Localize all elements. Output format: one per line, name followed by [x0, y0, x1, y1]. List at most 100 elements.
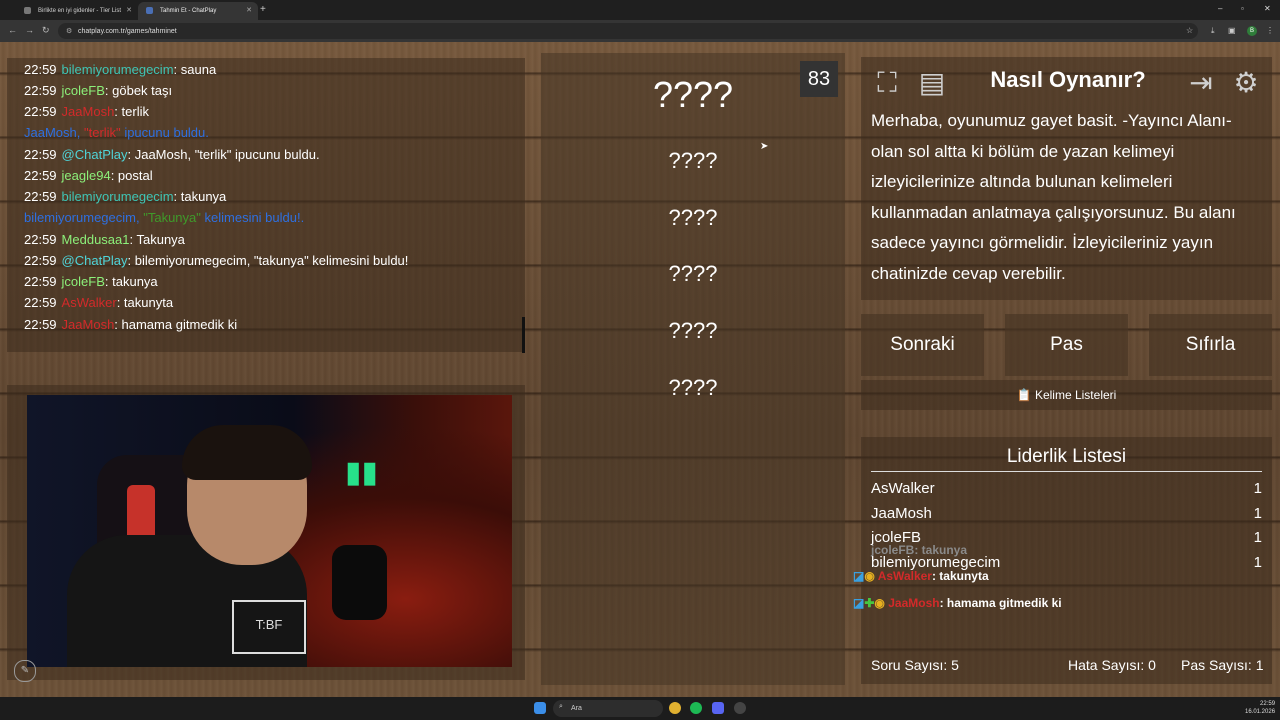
tab-title: Tahmin Et - ChatPlay [160, 8, 217, 14]
settings-gear-icon[interactable]: ⚙ [1228, 65, 1264, 101]
chat-time: 22:59 [24, 104, 57, 119]
address-bar: ← → ↻ ⚙ chatplay.com.tr/games/tahminet ☆ … [0, 20, 1280, 42]
chat-time: 22:59 [24, 189, 57, 204]
browser-tab-bar: Birlikte en iyi gidenler - Tier List ✕ Ta… [0, 0, 1280, 20]
chat-time: 22:59 [24, 253, 57, 268]
chat-message: 22:59 bilemiyorumegecim: takunya [24, 189, 226, 204]
chat-text: : bilemiyorumegecim, "takunya" kelimesin… [127, 253, 409, 268]
stat-value: 1 [1255, 657, 1264, 673]
pen-icon[interactable]: ✎ [14, 660, 36, 682]
question-count: Soru Sayısı: 5 [871, 657, 959, 673]
clock-time: 22:59 [1260, 701, 1276, 707]
forbidden-word: ???? [668, 318, 718, 343]
overlay-text: : takunyta [931, 569, 989, 583]
chat-user: bilemiyorumegecim [61, 62, 174, 77]
chat-time: 22:59 [24, 147, 57, 162]
main-word: ???? [652, 74, 734, 115]
pass-button[interactable]: Pas [1005, 314, 1128, 376]
url-text: chatplay.com.tr/games/tahminet [78, 27, 177, 35]
leaderboard-title: Liderlik Listesi [1006, 446, 1127, 467]
chat-user: JaaMosh [61, 317, 115, 332]
chat-user: Meddusaa1 [61, 232, 130, 247]
chat-message: 22:59 jeagle94: postal [24, 168, 153, 183]
browser-tab-active[interactable]: Tahmin Et - ChatPlay ✕ [138, 2, 258, 20]
spotify-icon[interactable] [690, 702, 702, 714]
close-tab-icon[interactable]: ✕ [246, 6, 252, 14]
chat-user: jeagle94 [61, 168, 111, 183]
chat-user: @ChatPlay [61, 253, 128, 268]
forbidden-word: ???? [668, 375, 718, 400]
bookmark-star-icon[interactable]: ☆ [1186, 26, 1193, 35]
list-icon: 📋 [1016, 388, 1035, 402]
download-icon[interactable]: ⤓ [1211, 26, 1215, 36]
shirt-print: T:BF [232, 600, 306, 654]
badge-icon: ◉ [864, 569, 875, 583]
tab-favicon-icon [24, 7, 31, 14]
stat-label: Pas Sayısı: [1181, 657, 1252, 673]
next-button[interactable]: Sonraki [861, 314, 984, 376]
discord-icon[interactable] [712, 702, 724, 714]
forward-icon[interactable]: → [25, 25, 34, 35]
close-window-icon[interactable]: ✕ [1264, 4, 1271, 13]
system-clock[interactable]: 22:59 16.01.2026 [1245, 700, 1275, 716]
overlay-chat-message: ◪✚◉ JaaMosh: hamama gitmedik ki [853, 596, 1062, 610]
reload-icon[interactable]: ↻ [42, 25, 50, 36]
chat-text: : sauna [173, 62, 217, 77]
document-icon[interactable]: ▤ [914, 65, 950, 101]
pass-count: Pas Sayısı: 1 [1181, 657, 1264, 673]
minimize-icon[interactable]: – [1218, 4, 1222, 13]
help-text: Merhaba, oyunumuz gayet basit. -Yayıncı … [871, 111, 1236, 283]
divider [871, 471, 1262, 472]
player-score: 1 [1253, 505, 1262, 522]
site-info-icon[interactable]: ⚙ [66, 27, 72, 35]
chat-text: : terlik [114, 104, 149, 119]
overlay-text: : hamama gitmedik ki [939, 596, 1062, 610]
extensions-icon[interactable]: ▣ [1228, 26, 1236, 35]
microphone [332, 545, 387, 620]
player-name: JaaMosh [871, 505, 932, 522]
webcam-video: T:BF ▮▮ [27, 395, 512, 667]
start-icon[interactable] [534, 702, 546, 714]
overlay-user: AsWalker [877, 569, 932, 583]
menu-icon[interactable]: ⋮ [1266, 26, 1274, 35]
chat-time: 22:59 [24, 295, 57, 310]
new-tab-icon[interactable]: + [260, 4, 266, 15]
profile-avatar[interactable]: B [1247, 26, 1257, 36]
chat-user: JaaMosh, [24, 125, 81, 140]
chat-text: : hamama gitmedik ki [114, 317, 238, 332]
chat-text: : takunya [104, 274, 158, 289]
error-count: Hata Sayısı: 0 [1068, 657, 1156, 673]
chat-user: jcoleFB [61, 83, 105, 98]
chat-message: 22:59 AsWalker: takunyta [24, 295, 173, 310]
back-icon[interactable]: ← [8, 25, 17, 35]
exit-icon[interactable]: ⇥ [1183, 65, 1219, 101]
chat-time: 22:59 [24, 317, 57, 332]
taskbar-search[interactable]: ⌕ Ara [553, 700, 663, 717]
chat-text: kelimesini buldu!. [204, 210, 305, 225]
chat-text: ipucunu buldu. [124, 125, 209, 140]
maximize-icon[interactable]: ▫ [1241, 4, 1244, 13]
chat-text: : postal [110, 168, 153, 183]
forbidden-word: ???? [668, 205, 718, 230]
url-field[interactable]: ⚙ chatplay.com.tr/games/tahminet [58, 23, 1198, 39]
browser-tab[interactable]: Birlikte en iyi gidenler - Tier List ✕ [16, 2, 138, 20]
badge-icon: ◪ [853, 596, 865, 610]
chrome-icon[interactable] [669, 702, 681, 714]
chat-message: 22:59 bilemiyorumegecim: sauna [24, 62, 216, 77]
chat-scrollbar[interactable] [522, 317, 525, 353]
chat-message: 22:59 jcoleFB: takunya [24, 274, 158, 289]
chat-time: 22:59 [24, 232, 57, 247]
chat-word: "Takunya" [143, 210, 201, 225]
close-tab-icon[interactable]: ✕ [126, 6, 132, 14]
fullscreen-icon[interactable]: ⛶ [869, 65, 905, 101]
app-icon[interactable] [734, 702, 746, 714]
chat-system-message: bilemiyorumegecim, "Takunya" kelimesini … [24, 210, 304, 225]
chat-message: 22:59 @ChatPlay: bilemiyorumegecim, "taku… [24, 253, 408, 268]
reset-button[interactable]: Sıfırla [1149, 314, 1272, 376]
rgb-light: ▮▮ [345, 456, 379, 489]
streamer-hair [182, 425, 312, 480]
chat-user: bilemiyorumegecim, [24, 210, 140, 225]
chat-text: : JaaMosh, "terlik" ipucunu buldu. [127, 147, 320, 162]
word-lists-button[interactable]: 📋 Kelime Listeleri [861, 380, 1272, 410]
tab-favicon-icon [146, 7, 153, 14]
